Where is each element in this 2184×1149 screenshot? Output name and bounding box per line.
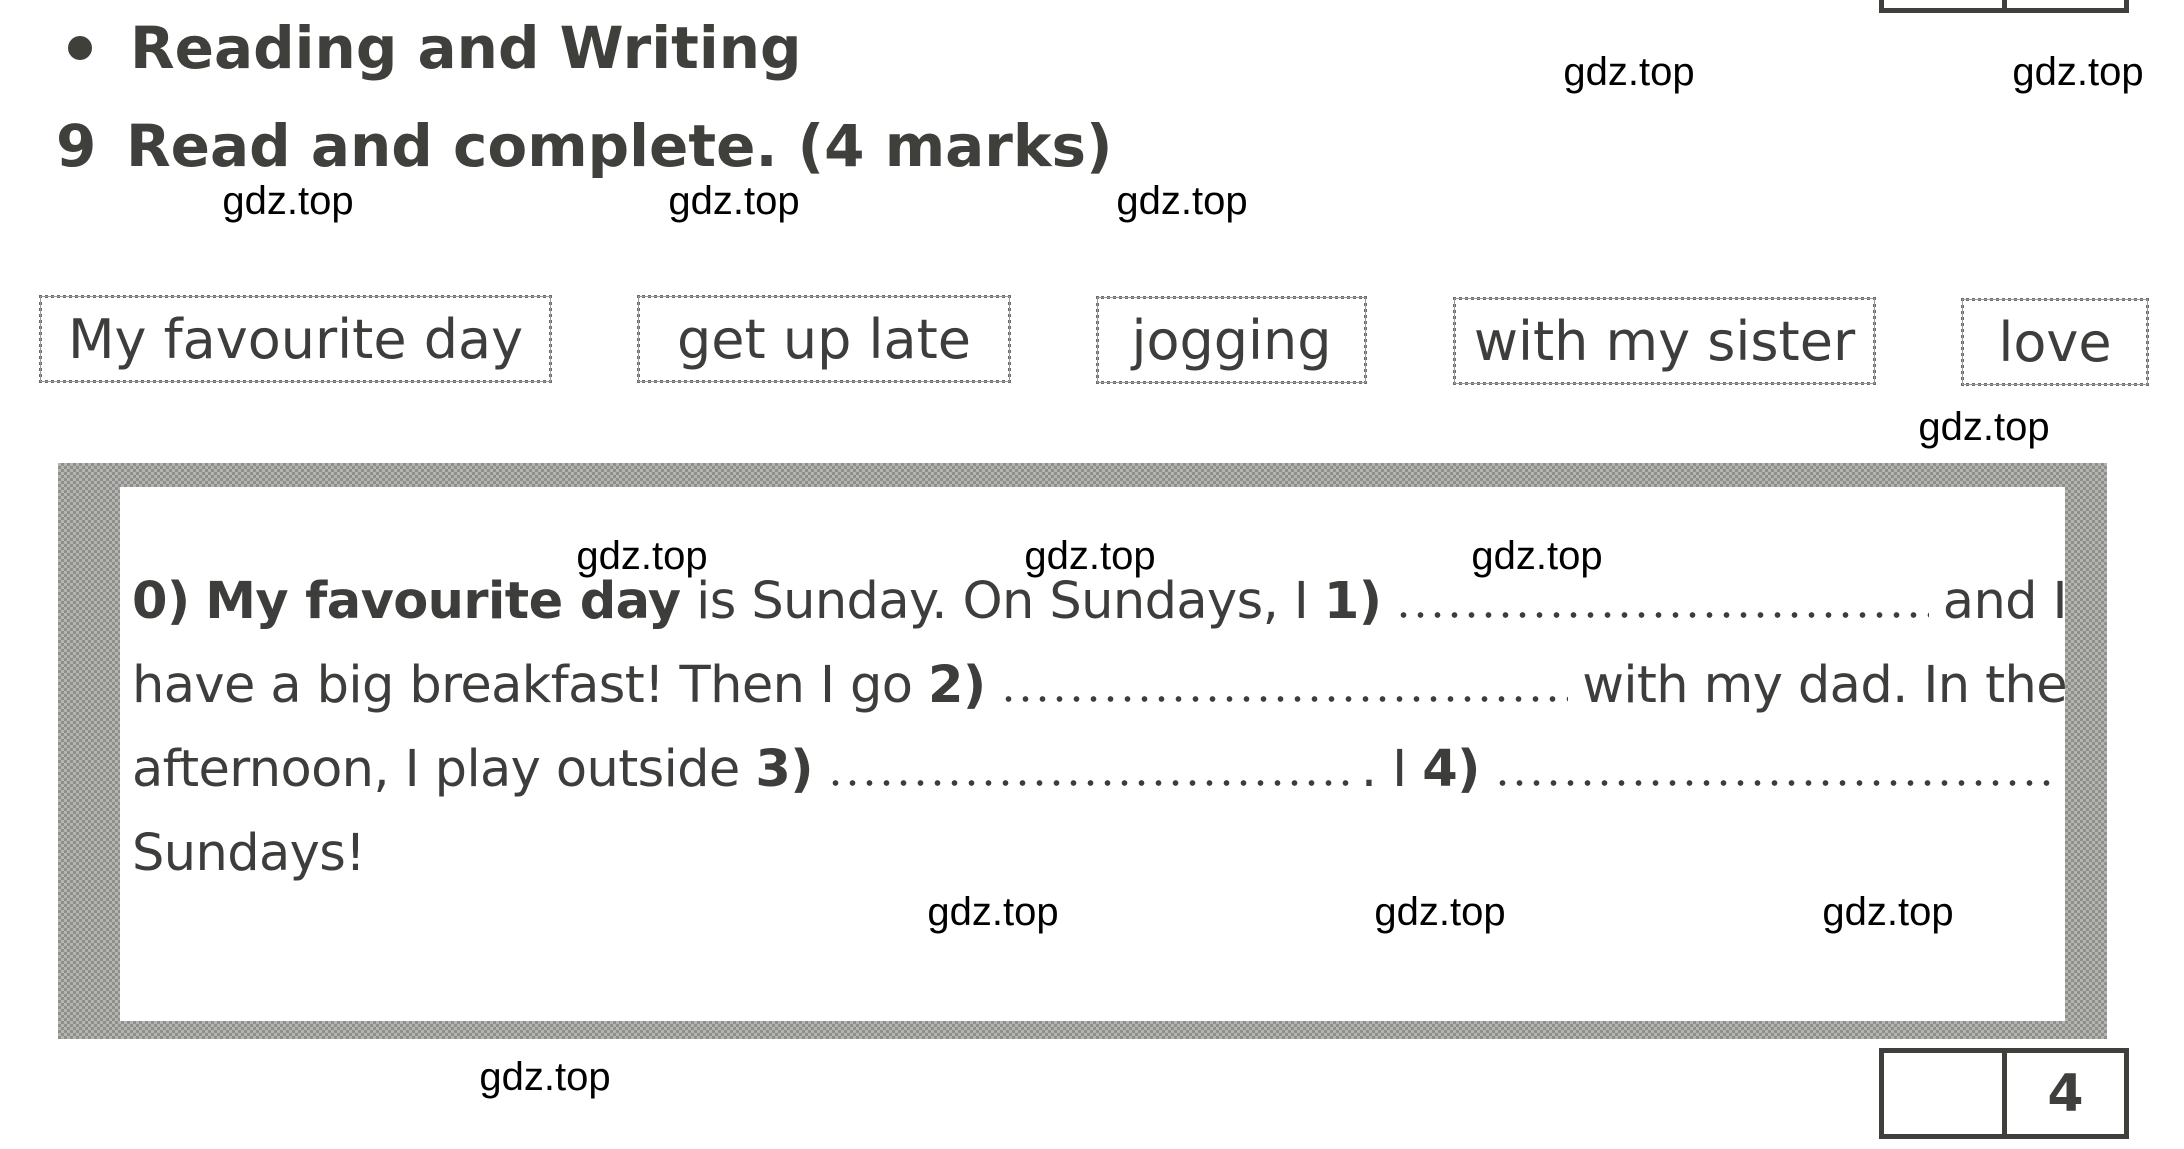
task-number: 9 [56,112,97,180]
score-total-top [2007,0,2124,8]
gap-label-4: 4) [1422,740,1480,799]
word-bank-label: get up late [677,307,971,371]
watermark: gdz.top [1024,534,1156,578]
watermark: gdz.top [1822,890,1954,934]
passage-line-2: have a big breakfast! Then I go 2) with … [132,644,2068,728]
bullet-icon [68,36,92,60]
passage-line-3: afternoon, I play outside 3) . I 4) [132,728,2067,812]
passage-text: 0) My favourite day is Sunday. On Sunday… [132,560,2068,896]
word-bank-label: love [1998,310,2112,374]
watermark: gdz.top [1116,179,1248,223]
watermark: gdz.top [668,179,800,223]
task-heading: 9 Read and complete. (4 marks) [56,112,1113,180]
word-bank-item: with my sister [1453,297,1876,385]
passage-text-segment: have a big breakfast! Then I go [132,656,913,715]
word-bank-item: jogging [1096,296,1367,384]
watermark: gdz.top [2012,50,2144,94]
word-bank-label: My favourite day [67,307,524,371]
answer-blank-3[interactable] [826,778,1357,788]
watermark: gdz.top [576,534,708,578]
word-bank-item: My favourite day [39,295,552,383]
section-title: Reading and Writing [130,14,802,82]
passage-text-segment: and I [1942,572,2068,631]
example-label: 0) [132,572,190,631]
answer-blank-1[interactable] [1395,610,1929,620]
score-box: 4 [1879,1048,2129,1139]
answer-blank-2[interactable] [999,694,1569,704]
watermark: gdz.top [927,890,1059,934]
score-earned[interactable] [1884,1053,2007,1134]
passage-text-segment: Sundays! [132,824,366,883]
passage-line-4: Sundays! [132,812,2067,896]
watermark: gdz.top [222,179,354,223]
passage-text-segment: is Sunday. On Sundays, I [696,572,1309,631]
word-bank-label: with my sister [1473,309,1856,373]
watermark: gdz.top [1374,890,1506,934]
score-box-top [1879,0,2129,13]
score-total: 4 [2047,1063,2084,1124]
watermark: gdz.top [1471,534,1603,578]
passage-text-segment: . I [1360,740,1407,799]
word-bank-item: love [1961,298,2149,386]
word-bank-item: get up late [637,295,1011,383]
passage-text-segment: afternoon, I play outside [132,740,740,799]
gap-label-1: 1) [1323,572,1382,631]
watermark: gdz.top [1563,50,1695,94]
section-heading: Reading and Writing [60,14,802,82]
gap-label-2: 2) [928,656,986,715]
watermark: gdz.top [479,1055,611,1099]
task-instruction: Read and complete. (4 marks) [126,112,1113,180]
word-bank-label: jogging [1131,308,1332,372]
answer-blank-4[interactable] [1493,778,2053,788]
watermark: gdz.top [1918,405,2050,449]
gap-label-3: 3) [755,740,813,799]
passage-text-segment: with my dad. In the [1582,656,2067,715]
score-earned-top [1884,0,2007,8]
